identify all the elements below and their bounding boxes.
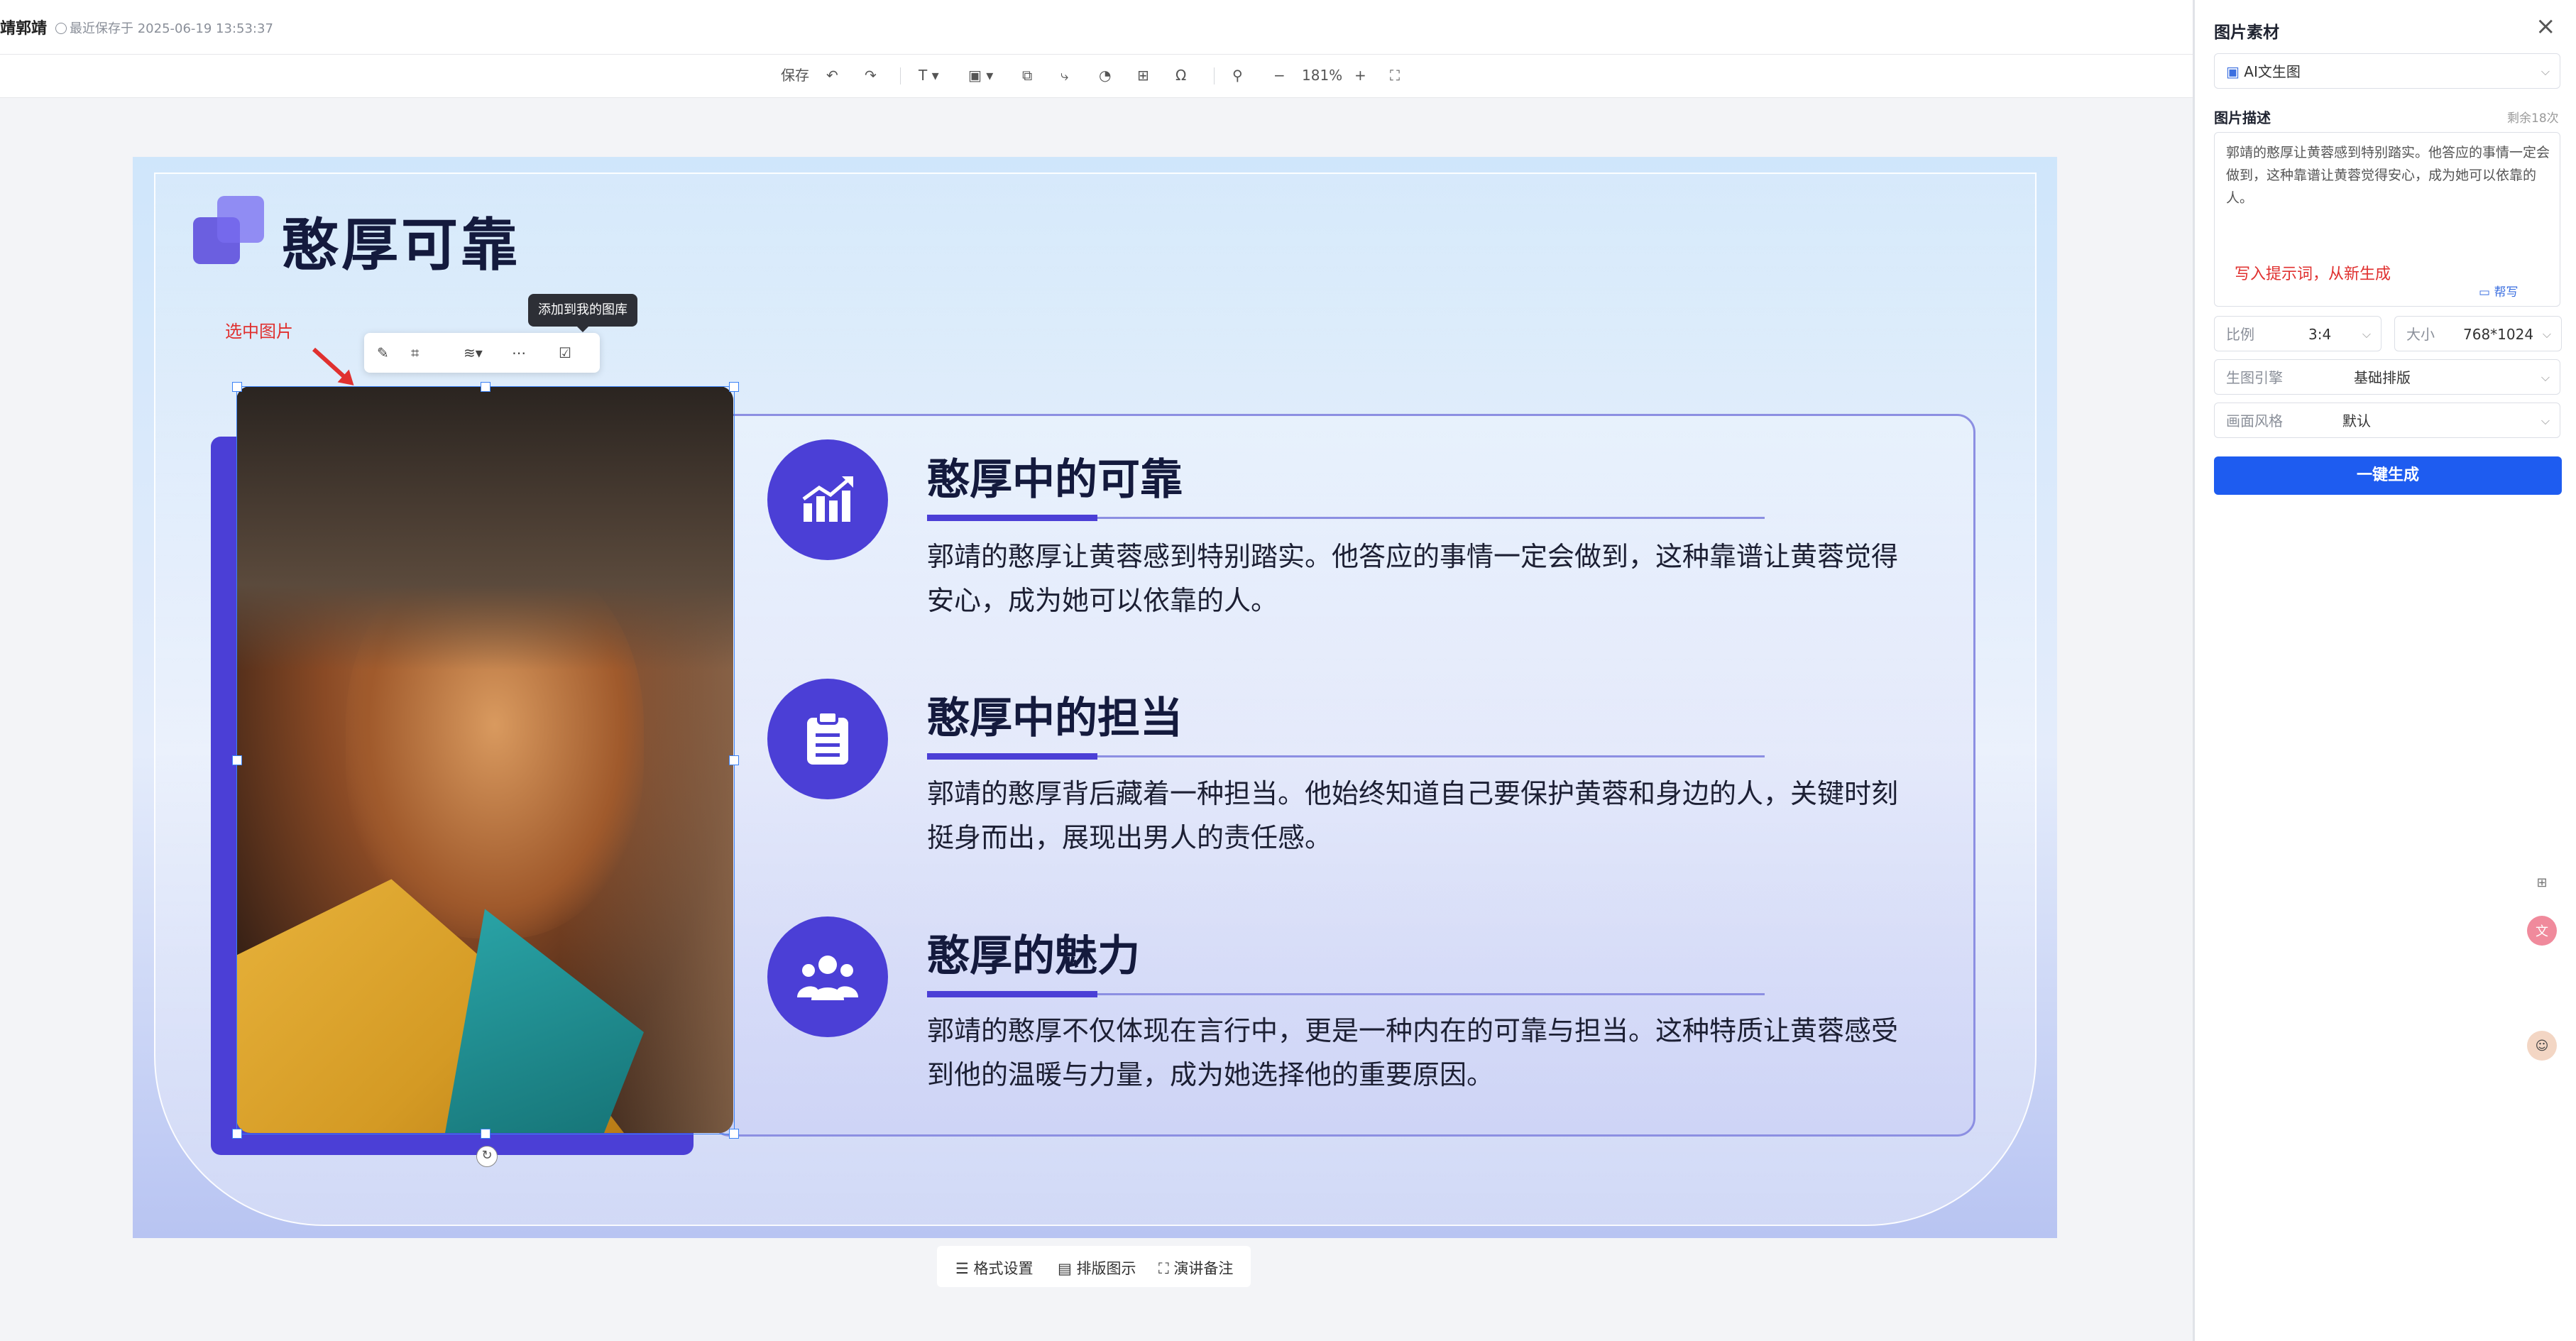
size-select[interactable]: 大小 768*1024 ⌵	[2394, 316, 2562, 351]
check-circle-icon	[55, 23, 67, 34]
selection-box	[236, 386, 735, 1134]
text-tool-icon[interactable]: T ▾	[919, 65, 939, 86]
add-to-library-tooltip: 添加到我的图库	[528, 294, 637, 332]
redo-icon[interactable]: ↷	[865, 65, 877, 86]
zoom-in-button[interactable]: +	[1354, 65, 1366, 86]
size-label: 大小	[2406, 326, 2435, 343]
section-body[interactable]: 郭靖的憨厚不仅体现在言行中，更是一种内在的可靠与担当。这种特质让黄蓉感受到他的温…	[927, 1009, 1907, 1097]
resize-handle[interactable]	[729, 382, 739, 392]
more-icon[interactable]: ⋯	[512, 343, 526, 363]
resize-handle[interactable]	[232, 382, 242, 392]
style-value: 默认	[2342, 412, 2371, 429]
section-body[interactable]: 郭靖的憨厚让黄蓉感到特别踏实。他答应的事情一定会做到，这种靠谱让黄蓉觉得安心，成…	[927, 535, 1907, 623]
section-rule	[927, 515, 1765, 521]
section-rule	[927, 991, 1765, 997]
fit-screen-icon[interactable]: ⛶	[1390, 65, 1400, 86]
resize-handle[interactable]	[729, 755, 739, 765]
rotate-handle-icon[interactable]: ↻	[476, 1146, 498, 1167]
chevron-down-icon: ⌵	[2541, 414, 2550, 427]
style-select[interactable]: 画面风格 默认 ⌵	[2214, 403, 2560, 438]
section-title[interactable]: 憨厚中的担当	[927, 684, 1183, 745]
section-title[interactable]: 憨厚中的可靠	[927, 445, 1183, 507]
add-to-library-icon[interactable]: ☑	[559, 343, 571, 363]
save-status-text: 最近保存于 2025-06-19 13:53:37	[70, 21, 273, 36]
apps-grid-icon[interactable]: ⊞	[2527, 867, 2557, 897]
section-body[interactable]: 郭靖的憨厚背后藏着一种担当。他始终知道自己要保护黄蓉和身边的人，关键时刻挺身而出…	[927, 772, 1907, 860]
size-value: 768*1024	[2463, 326, 2534, 343]
tab-format-settings[interactable]: ☰ 格式设置	[955, 1257, 1034, 1279]
crop-icon[interactable]: ⌗	[411, 343, 419, 363]
editor-toolbar: 保存 ↶ ↷ T ▾ ▣ ▾ ⧉ ⤷ ◔ ⊞ Ω ⚲ − 181% + ⛶	[0, 55, 2193, 98]
symbol-tool-icon[interactable]: Ω	[1175, 65, 1186, 86]
chevron-down-icon: ⌵	[2541, 65, 2550, 78]
save-status: 最近保存于 2025-06-19 13:53:37	[55, 18, 273, 37]
bottom-tabs: ☰ 格式设置 ▤ 排版图示 ⛶ 演讲备注	[937, 1246, 1251, 1287]
toolbar-divider	[1214, 67, 1215, 84]
generate-button[interactable]: 一键生成	[2214, 456, 2562, 495]
tab-speaker-notes[interactable]: ⛶ 演讲备注	[1158, 1257, 1233, 1279]
ratio-value: 3:4	[2308, 326, 2332, 343]
image-assets-panel: 图片素材 × ▣ AI文生图 ⌵ 图片描述 剩余18次 郭靖的憨厚让黄蓉感到特别…	[2193, 0, 2576, 1341]
section-title[interactable]: 憨厚的魅力	[927, 921, 1140, 983]
clipboard-icon	[767, 679, 888, 799]
notes-icon: ⛶	[1158, 1260, 1169, 1277]
panel-title: 图片素材	[2214, 23, 2279, 42]
chevron-down-icon: ⌵	[2362, 327, 2371, 341]
resize-handle[interactable]	[232, 1129, 242, 1139]
tab-layout-diagram[interactable]: ▤ 排版图示	[1058, 1257, 1136, 1279]
resize-handle[interactable]	[232, 755, 242, 765]
resize-handle[interactable]	[481, 1129, 490, 1139]
resize-handle[interactable]	[481, 382, 490, 392]
zoom-out-button[interactable]: −	[1273, 65, 1286, 86]
resize-handle[interactable]	[729, 1129, 739, 1139]
chevron-down-icon: ⌵	[2541, 371, 2550, 384]
logo-squares-icon	[193, 196, 264, 267]
shape-tool-icon[interactable]: ⧉	[1022, 65, 1032, 86]
doc-title[interactable]: 靖郭靖	[0, 16, 47, 38]
regenerate-hint: 写入提示词，从新生成	[2235, 266, 2391, 283]
close-icon[interactable]: ×	[2536, 14, 2556, 38]
top-bar: 靖郭靖 最近保存于 2025-06-19 13:53:37	[0, 0, 2193, 55]
description-text[interactable]: 郭靖的憨厚让黄蓉感到特别踏实。他答应的事情一定会做到，这种靠谱让黄蓉觉得安心，成…	[2226, 141, 2550, 209]
remaining-count: 剩余18次	[2507, 111, 2559, 126]
save-button[interactable]: 保存	[781, 65, 809, 86]
undo-icon[interactable]: ↶	[826, 65, 838, 86]
engine-value: 基础排版	[2354, 369, 2411, 386]
search-icon[interactable]: ⚲	[1232, 65, 1243, 86]
mode-select-value: ▣ AI文生图	[2226, 63, 2301, 80]
layout-icon: ▤	[1058, 1260, 1072, 1277]
style-label: 画面风格	[2226, 412, 2283, 429]
chart-up-icon	[767, 439, 888, 560]
edit-image-icon[interactable]: ✎	[377, 343, 389, 363]
help-write-button[interactable]: ▭ 帮写	[2479, 282, 2518, 300]
mode-select[interactable]: ▣ AI文生图 ⌵	[2214, 53, 2560, 89]
connector-tool-icon[interactable]: ⤷	[1060, 65, 1068, 86]
zoom-level[interactable]: 181%	[1302, 65, 1342, 86]
people-icon	[767, 916, 888, 1037]
ratio-label: 比例	[2226, 326, 2254, 343]
engine-label: 生图引擎	[2226, 369, 2283, 386]
translate-icon[interactable]: 文	[2527, 916, 2557, 946]
chevron-down-icon: ⌵	[2542, 327, 2551, 341]
tab-label: 格式设置	[973, 1260, 1034, 1277]
tab-label: 演讲备注	[1173, 1260, 1234, 1277]
selected-image-annotation: 选中图片	[225, 322, 293, 341]
chart-tool-icon[interactable]: ◔	[1099, 65, 1111, 86]
format-icon: ☰	[955, 1260, 969, 1277]
assistant-avatar[interactable]: ☺	[2527, 1031, 2557, 1061]
layers-icon[interactable]: ≋▾	[464, 343, 483, 363]
engine-select[interactable]: 生图引擎 基础排版 ⌵	[2214, 359, 2560, 395]
tab-label: 排版图示	[1076, 1260, 1136, 1277]
slide[interactable]: 憨厚可靠 ↻ 选中图片 ✎ ⌗ ≋▾ ⋯ ☑ 添加到我的图库 憨厚中的可靠 郭靖…	[133, 157, 2057, 1238]
image-tool-icon[interactable]: ▣ ▾	[968, 65, 993, 86]
ai-image-icon: ▣	[2226, 63, 2240, 80]
table-tool-icon[interactable]: ⊞	[1137, 65, 1149, 86]
toolbar-divider	[900, 67, 901, 84]
section-rule	[927, 753, 1765, 760]
ratio-select[interactable]: 比例 3:4 ⌵	[2214, 316, 2382, 351]
write-icon: ▭	[2479, 285, 2491, 300]
desc-label: 图片描述	[2214, 109, 2271, 126]
slide-title[interactable]: 憨厚可靠	[282, 199, 520, 282]
image-float-toolbar: ✎ ⌗ ≋▾ ⋯ ☑	[364, 333, 600, 373]
